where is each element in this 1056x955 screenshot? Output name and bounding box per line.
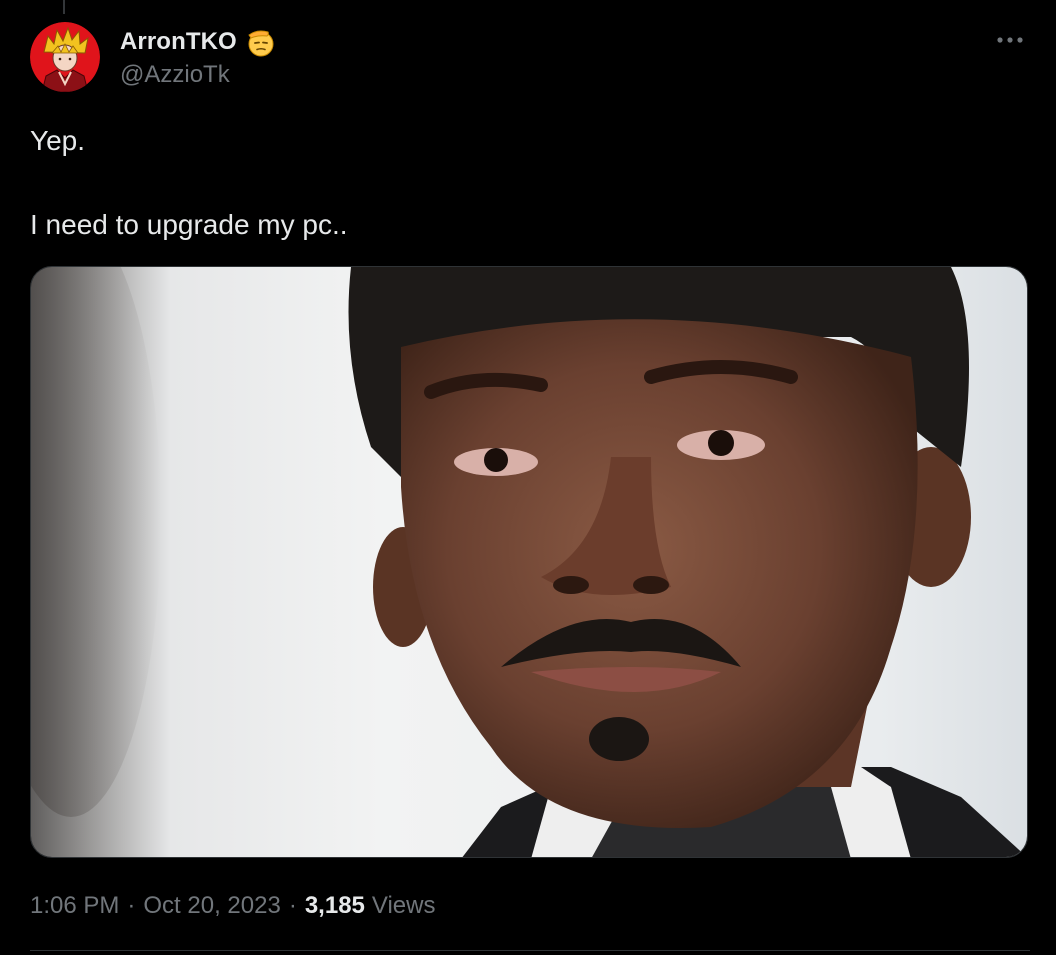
saluting-face-emoji-icon — [248, 30, 274, 57]
meta-separator: · — [127, 892, 136, 919]
author-display-name[interactable]: ArronTKO — [120, 28, 237, 56]
views-count: 3,185 — [304, 892, 365, 919]
author-names: ArronTKO @AzzioTk — [120, 25, 277, 89]
photo-image — [31, 267, 1027, 857]
tweet-text-line: I need to upgrade my pc.. — [30, 209, 348, 240]
tweet-photo[interactable] — [30, 266, 1028, 858]
display-name-row: ArronTKO — [120, 25, 277, 59]
meta-separator: · — [288, 892, 297, 919]
tweet-text-line: Yep. — [30, 125, 86, 156]
tweet-date[interactable]: Oct 20, 2023 — [143, 892, 280, 920]
tweet-meta: 1:06 PM · Oct 20, 2023 · 3,185 Views — [30, 886, 435, 926]
divider — [30, 950, 1030, 951]
views-label: Views — [371, 892, 436, 919]
more-options-button[interactable] — [990, 26, 1030, 54]
tweet: ArronTKO @AzzioTk Yep. I need to upgrade… — [0, 0, 1056, 955]
tweet-time[interactable]: 1:06 PM — [30, 892, 119, 920]
tweet-header: ArronTKO @AzzioTk — [30, 21, 277, 93]
avatar[interactable] — [30, 22, 100, 92]
avatar-image — [30, 22, 100, 92]
author-handle[interactable]: @AzzioTk — [120, 61, 277, 89]
tweet-text: Yep. I need to upgrade my pc.. — [30, 120, 1020, 246]
more-horizontal-icon — [997, 37, 1023, 43]
